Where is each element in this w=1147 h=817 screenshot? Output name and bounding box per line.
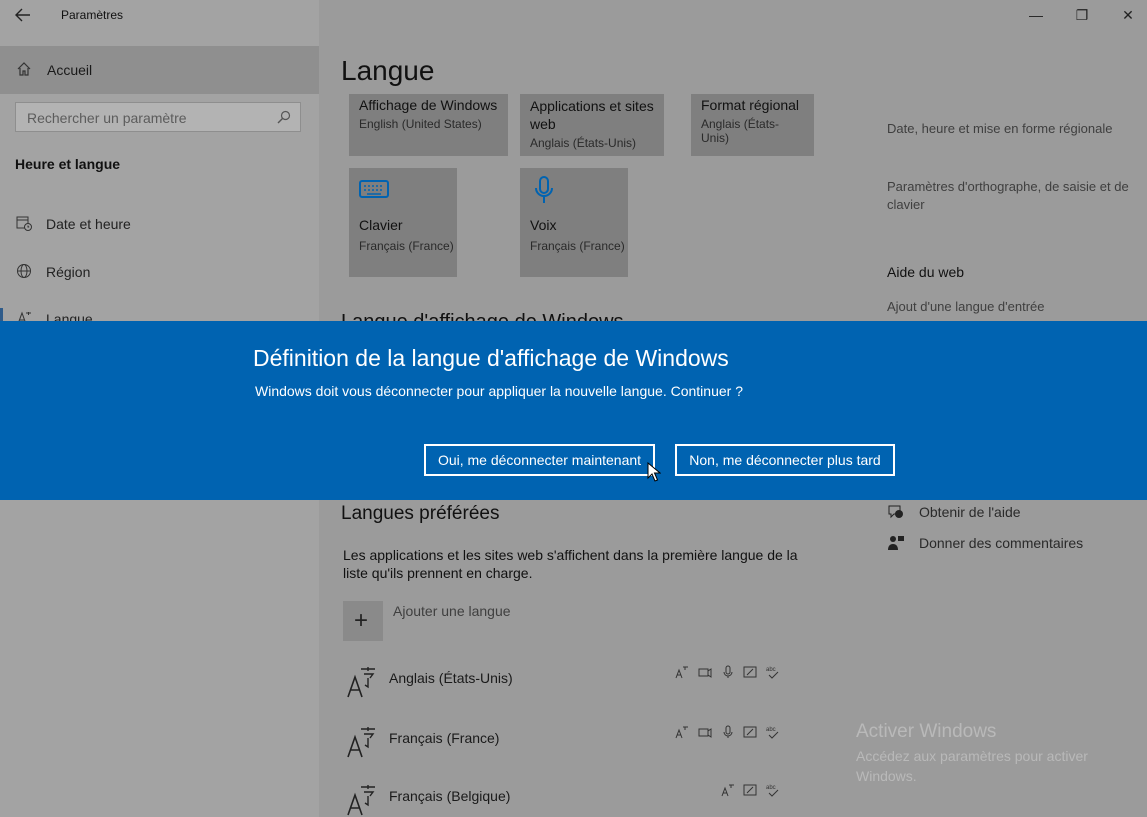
calendar-clock-icon — [16, 216, 32, 231]
language-icon — [347, 667, 375, 698]
sidebar-item-label: Langue — [46, 311, 93, 321]
dialog-title: Définition de la langue d'affichage de W… — [253, 345, 729, 371]
speech-recognition-icon — [723, 725, 733, 738]
keyboard-icon — [359, 180, 389, 198]
search-placeholder: Rechercher un paramètre — [27, 110, 187, 126]
feedback-link[interactable]: Donner des commentaires — [887, 532, 1137, 556]
spell-check-icon: abc — [766, 727, 779, 739]
tile-subtitle: Français (France) — [530, 239, 625, 253]
sign-out-now-button[interactable]: Oui, me déconnecter maintenant — [424, 444, 655, 476]
tile-title: Format régional — [701, 97, 800, 113]
display-language-icon — [675, 726, 688, 739]
help-heading: Aide du web — [887, 264, 965, 280]
preferred-languages-description: Les applications et les sites web s'affi… — [343, 547, 798, 581]
microphone-icon — [535, 176, 553, 203]
svg-text:abc: abc — [766, 727, 776, 733]
close-button[interactable]: ✕ — [1118, 5, 1138, 25]
get-help-link[interactable]: Obtenir de l'aide — [887, 501, 1137, 525]
spell-check-icon: abc — [766, 785, 779, 797]
language-name: Français (France) — [389, 730, 500, 746]
svg-text:abc: abc — [766, 667, 776, 673]
selection-indicator — [0, 308, 3, 321]
search-input[interactable]: Rechercher un paramètre — [15, 102, 301, 132]
plus-icon: + — [354, 607, 369, 634]
handwriting-icon — [743, 666, 757, 678]
link-add-input-language[interactable]: Ajout d'une langue d'entrée — [887, 298, 1137, 316]
add-language-button[interactable]: + — [343, 601, 383, 641]
search-icon — [277, 110, 291, 124]
language-icon — [347, 785, 375, 816]
sidebar-item-label: Date et heure — [46, 216, 131, 232]
tile-title: Clavier — [359, 217, 403, 233]
tile-title: Voix — [530, 217, 557, 233]
language-icon — [18, 311, 31, 321]
tile-subtitle: Français (France) — [359, 239, 454, 253]
language-change-dialog: Définition de la langue d'affichage de W… — [0, 321, 1147, 500]
back-arrow-icon[interactable] — [12, 4, 34, 26]
home-label: Accueil — [47, 62, 93, 78]
language-row-fr-fr[interactable]: Français (France) abc — [343, 725, 793, 775]
sidebar-item-region[interactable]: Région — [0, 251, 319, 291]
restore-button[interactable]: ❐ — [1072, 5, 1092, 25]
sidebar-item-label: Région — [46, 264, 91, 280]
language-name: Français (Belgique) — [389, 788, 511, 804]
feedback-icon — [888, 536, 904, 550]
activation-watermark-text: Accédez aux paramètres pour activer Wind… — [856, 748, 1088, 784]
language-row-fr-be[interactable]: Français (Belgique) abc — [343, 783, 793, 817]
mouse-cursor-icon — [647, 462, 661, 482]
svg-text:abc: abc — [766, 785, 776, 791]
sidebar-item-language[interactable]: Langue — [0, 308, 319, 321]
tile-subtitle: Anglais (États-Unis) — [701, 117, 780, 145]
settings-window: Paramètres — ❐ ✕ Accueil Rechercher un p… — [0, 0, 1147, 817]
page-title: Langue — [341, 55, 435, 86]
feedback-label: Donner des commentaires — [919, 535, 1084, 551]
tile-subtitle: English (United States) — [359, 117, 482, 131]
sidebar-item-date-time[interactable]: Date et heure — [0, 203, 319, 243]
display-language-heading-text: Langue d'affichage de Windows — [341, 311, 624, 321]
activation-watermark-title: Activer Windows — [856, 721, 997, 742]
tile-title: Applications et sites web — [530, 98, 654, 132]
section-title: Heure et langue — [15, 156, 121, 172]
dialog-message: Windows doit vous déconnecter pour appli… — [255, 383, 743, 399]
home-icon — [17, 62, 31, 76]
title-bar: Paramètres — ❐ ✕ — [0, 0, 1147, 30]
speech-recognition-icon — [723, 665, 733, 678]
get-help-label: Obtenir de l'aide — [919, 504, 1021, 520]
preferred-languages-title: Langues préférées — [341, 503, 500, 524]
tile-apps-websites[interactable]: Applications et sites web Anglais (États… — [520, 94, 664, 156]
minimize-button[interactable]: — — [1026, 5, 1046, 25]
help-chat-icon — [888, 505, 903, 519]
tile-regional-format[interactable]: Format régional Anglais (États-Unis) — [691, 94, 814, 156]
globe-icon — [17, 264, 31, 278]
sidebar-item-home[interactable]: Accueil — [0, 46, 319, 94]
text-to-speech-icon — [698, 728, 712, 738]
display-language-icon — [721, 784, 734, 797]
sign-out-later-button[interactable]: Non, me déconnecter plus tard — [675, 444, 895, 476]
tile-voice[interactable]: Voix Français (France) — [520, 168, 628, 277]
add-language-label[interactable]: Ajouter une langue — [393, 603, 511, 619]
window-title: Paramètres — [61, 8, 124, 22]
language-icon — [347, 727, 375, 758]
display-language-heading: Langue d'affichage de Windows — [341, 311, 811, 321]
tile-keyboard[interactable]: Clavier Français (France) — [349, 168, 457, 277]
language-name: Anglais (États-Unis) — [389, 670, 513, 686]
display-language-icon — [675, 666, 688, 679]
text-to-speech-icon — [698, 668, 712, 678]
link-date-time-format[interactable]: Date, heure et mise en forme régionale — [887, 120, 1137, 138]
handwriting-icon — [743, 726, 757, 738]
handwriting-icon — [743, 784, 757, 796]
tile-windows-display[interactable]: Affichage de Windows English (United Sta… — [349, 94, 508, 156]
language-row-en-us[interactable]: Anglais (États-Unis) abc — [343, 665, 793, 715]
tile-subtitle: Anglais (États-Unis) — [530, 136, 637, 150]
spell-check-icon: abc — [766, 667, 779, 679]
tile-title: Affichage de Windows — [359, 97, 498, 113]
link-spelling-typing-keyboard[interactable]: Paramètres d'orthographe, de saisie et d… — [887, 178, 1137, 214]
